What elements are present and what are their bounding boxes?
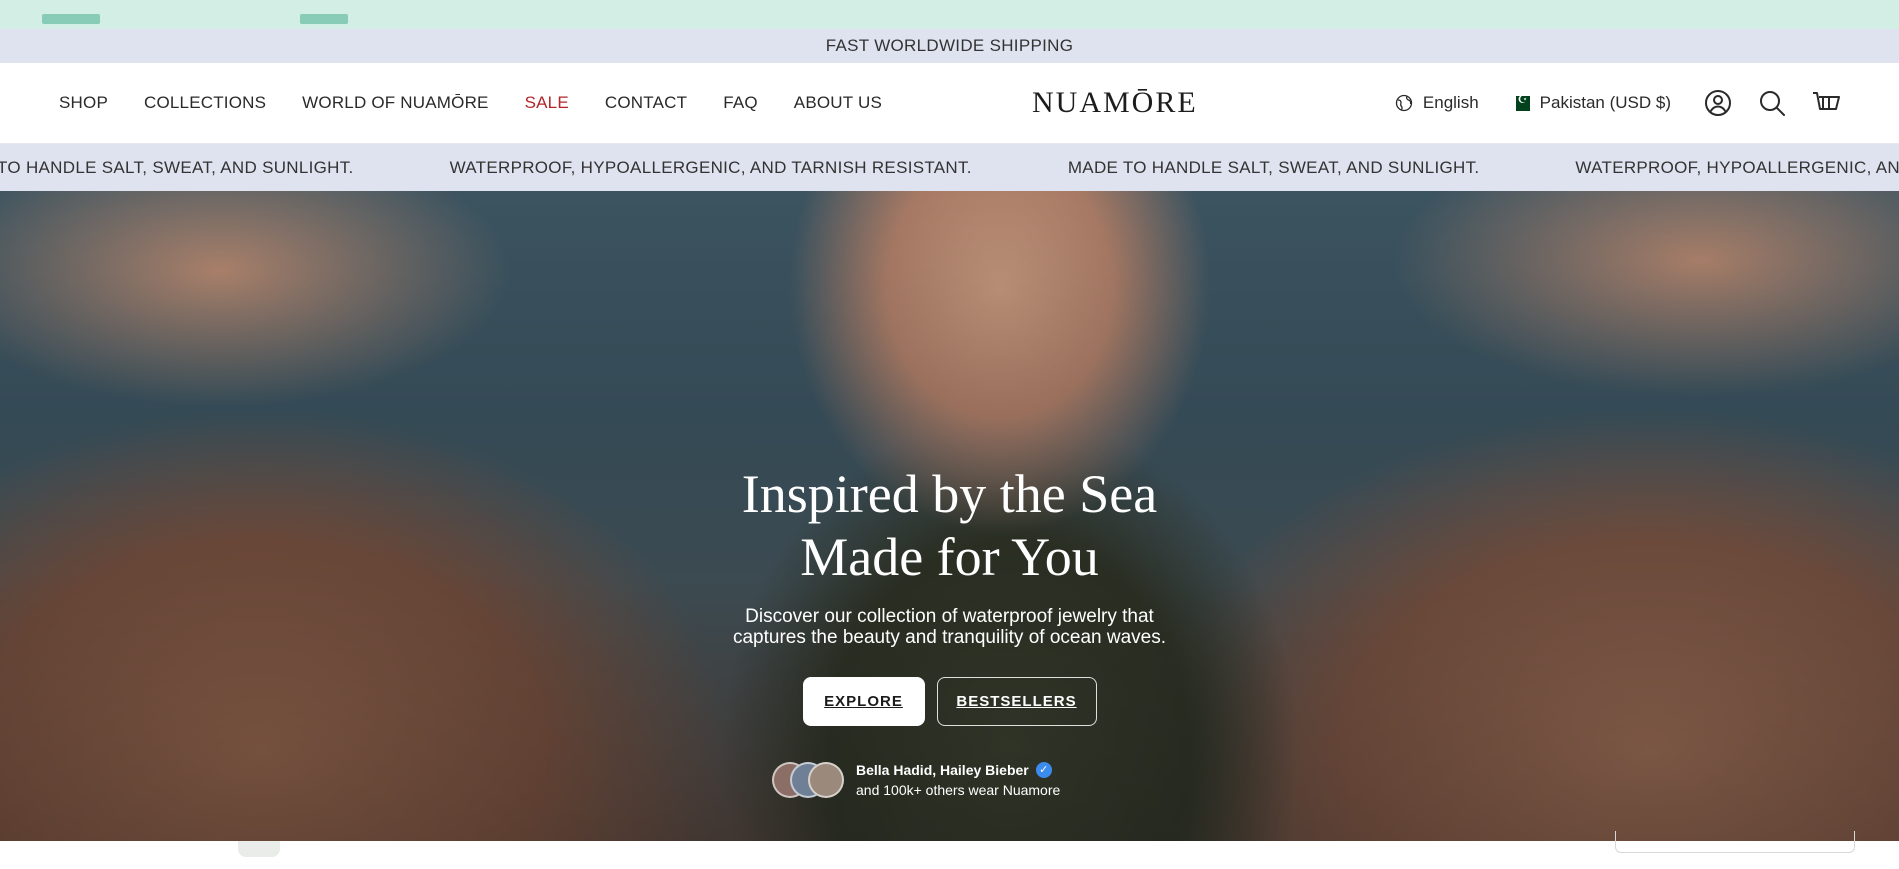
explore-button[interactable]: EXPLORE — [802, 677, 925, 726]
search-icon[interactable] — [1757, 88, 1787, 118]
ticker-item: MADE TO HANDLE SALT, SWEAT, AND SUNLIGHT… — [1067, 158, 1480, 177]
avatar — [808, 762, 844, 798]
social-proof-names-row: Bella Hadid, Hailey Bieber ✓ — [856, 760, 1060, 780]
header-tools: English Pakistan (USD $) — [1395, 63, 1899, 143]
country-selector[interactable]: Pakistan (USD $) — [1510, 93, 1671, 113]
main-nav: SHOP COLLECTIONS WORLD OF NUAMŌRE SALE C… — [59, 63, 918, 143]
hero-buttons: EXPLORE BESTSELLERS — [0, 677, 1899, 726]
nav-contact[interactable]: CONTACT — [605, 93, 687, 113]
avatar-stack — [772, 762, 844, 798]
social-proof-text: Bella Hadid, Hailey Bieber ✓ and 100k+ o… — [856, 760, 1060, 800]
cart-icon[interactable] — [1811, 88, 1841, 118]
ticker-track: MADE TO HANDLE SALT, SWEAT, AND SUNLIGHT… — [0, 144, 1899, 191]
country-label: Pakistan (USD $) — [1539, 93, 1671, 112]
hero-title-line1: Inspired by the Sea — [741, 464, 1158, 524]
partial-widget-edge — [1615, 831, 1855, 853]
below-fold-area — [0, 831, 1899, 869]
social-proof-others: and 100k+ others wear Nuamore — [856, 782, 1061, 798]
bestsellers-button[interactable]: BESTSELLERS — [936, 677, 1097, 726]
nav-shop[interactable]: SHOP — [59, 93, 108, 113]
language-selector[interactable]: English — [1395, 93, 1479, 113]
hero-title-line2: Made for You — [800, 527, 1099, 587]
nav-about-us[interactable]: ABOUT US — [794, 93, 882, 113]
ticker-item: MADE TO HANDLE SALT, SWEAT, AND SUNLIGHT… — [0, 158, 354, 177]
announcement-bar: FAST WORLDWIDE SHIPPING — [0, 29, 1899, 63]
top-strip — [0, 0, 1899, 29]
announcement-text: FAST WORLDWIDE SHIPPING — [825, 36, 1074, 55]
hero-subtitle-line2: captures the beauty and tranquility of o… — [732, 627, 1167, 648]
ticker-item: WATERPROOF, HYPOALLERGENIC, AND TARNISH … — [449, 158, 972, 177]
globe-icon — [1395, 94, 1413, 112]
hero-subtitle-line1: Discover our collection of waterproof je… — [745, 606, 1154, 627]
hero-banner: Inspired by the Sea Made for You Discove… — [0, 191, 1899, 841]
product-thumbnail-partial — [238, 841, 280, 857]
verified-badge-icon: ✓ — [1035, 762, 1052, 778]
account-icon[interactable] — [1703, 88, 1733, 118]
nav-sale[interactable]: SALE — [525, 93, 569, 113]
site-header: SHOP COLLECTIONS WORLD OF NUAMŌRE SALE C… — [0, 63, 1899, 143]
hero-content: Inspired by the Sea Made for You Discove… — [0, 191, 1899, 841]
partial-text-fragment — [300, 14, 348, 24]
nav-collections[interactable]: COLLECTIONS — [144, 93, 266, 113]
nav-world-of-nuamore[interactable]: WORLD OF NUAMŌRE — [302, 93, 488, 113]
social-proof-names: Bella Hadid, Hailey Bieber — [856, 762, 1029, 778]
site-logo[interactable]: NUAMŌRE — [1032, 86, 1198, 120]
ticker-item: WATERPROOF, HYPOALLERGENIC, AND TARNISH … — [1575, 158, 1899, 177]
social-proof: Bella Hadid, Hailey Bieber ✓ and 100k+ o… — [772, 760, 1060, 800]
language-label: English — [1422, 93, 1479, 112]
pakistan-flag-icon — [1510, 93, 1530, 111]
nav-faq[interactable]: FAQ — [723, 93, 758, 113]
partial-text-fragment — [42, 14, 100, 24]
feature-ticker: MADE TO HANDLE SALT, SWEAT, AND SUNLIGHT… — [0, 143, 1899, 191]
